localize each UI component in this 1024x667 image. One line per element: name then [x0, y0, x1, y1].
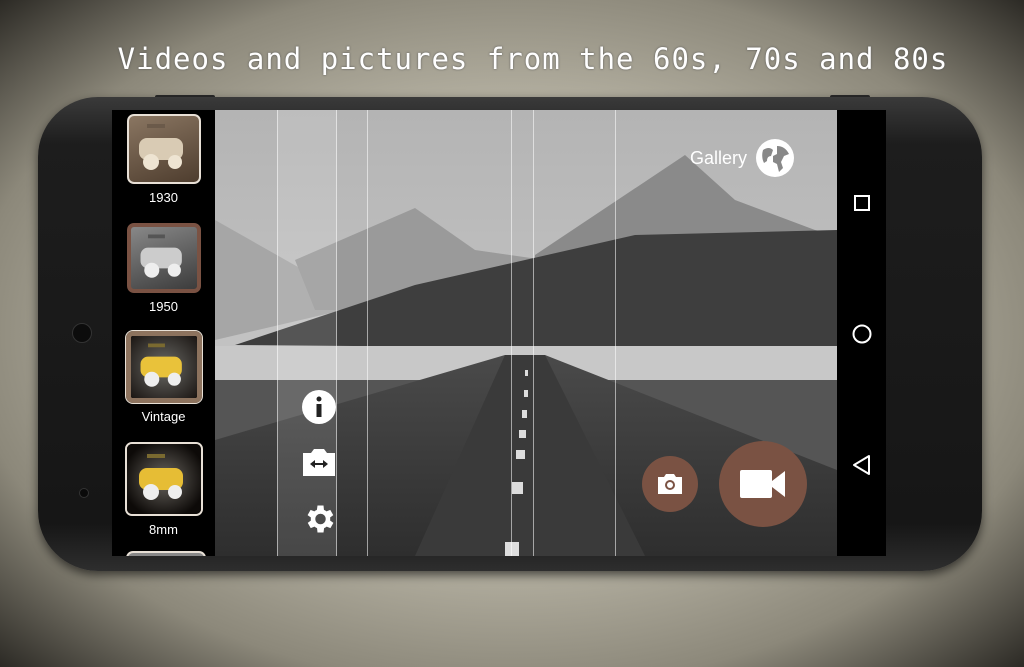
settings-button[interactable]	[301, 501, 337, 537]
switch-camera-button[interactable]	[301, 444, 337, 480]
filter-vintage[interactable]: Vintage	[112, 330, 215, 424]
toy-car-image	[140, 234, 182, 278]
globe-icon	[756, 139, 795, 177]
headline: Videos and pictures from the 60s, 70s an…	[117, 42, 949, 76]
filter-list[interactable]: 1930 1950 Vintage 8mm	[112, 110, 215, 556]
settings-icon	[307, 505, 334, 533]
back-icon	[852, 455, 870, 475]
gallery-button[interactable]: Gallery	[690, 138, 795, 178]
videocam-icon	[740, 470, 785, 498]
filter-label: 1950	[149, 299, 178, 314]
filter-label: Vintage	[141, 409, 186, 424]
photo-button[interactable]	[642, 456, 698, 512]
filter-thumbnail	[124, 330, 203, 404]
front-camera	[79, 488, 89, 498]
camera-icon	[658, 474, 682, 494]
recents-icon	[853, 195, 870, 211]
speaker	[72, 323, 92, 343]
recents-button[interactable]	[837, 188, 886, 218]
filter-label: 1930	[149, 190, 178, 205]
filter-1950[interactable]: 1950	[112, 223, 215, 314]
toy-car-image	[138, 124, 183, 170]
filter-thumbnail	[126, 114, 201, 184]
toy-car-image	[140, 343, 182, 387]
info-button[interactable]	[301, 389, 337, 425]
info-icon	[302, 390, 336, 424]
toy-car-image	[138, 454, 183, 500]
home-icon	[852, 324, 871, 344]
switch-camera-icon	[303, 449, 335, 476]
filter-thumbnail-partial[interactable]	[126, 551, 206, 556]
filter-label: 8mm	[149, 522, 178, 537]
back-button[interactable]	[837, 450, 886, 480]
filter-1930[interactable]: 1930	[112, 114, 215, 205]
filter-8mm[interactable]: 8mm	[112, 442, 215, 537]
gallery-label: Gallery	[690, 147, 748, 168]
home-button[interactable]	[837, 319, 886, 349]
filter-thumbnail	[124, 442, 203, 516]
filter-thumbnail	[126, 223, 201, 293]
camera-preview[interactable]: Gallery	[215, 110, 837, 556]
app-screen: 1930 1950 Vintage 8mm Gallery	[112, 110, 886, 556]
android-nav-bar	[837, 110, 886, 556]
video-record-button[interactable]	[719, 441, 807, 527]
